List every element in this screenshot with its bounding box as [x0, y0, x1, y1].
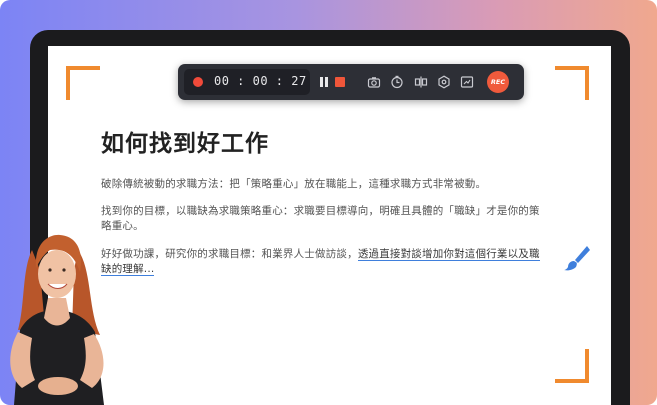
paragraph-1: 破除傳統被動的求職方法：把「策略重心」放在職能上，這種求職方式非常被動。 [101, 178, 487, 190]
split-icon[interactable] [414, 75, 428, 89]
recording-toolbar: 00 : 00 : 27 REC [178, 64, 524, 100]
recording-indicator-icon [193, 77, 203, 87]
paragraph-2: 找到你的目標，以職缺為求職策略重心：求職要目標導向，明確且具體的「職缺」才是你的… [101, 205, 540, 232]
presenter-webcam [10, 234, 104, 405]
rec-button[interactable]: REC [487, 71, 509, 93]
stop-icon[interactable] [335, 77, 345, 87]
settings-icon[interactable] [437, 75, 451, 89]
recording-frame-corner-bottom-right [555, 349, 589, 383]
brush-icon [564, 246, 590, 271]
laptop-screen: 00 : 00 : 27 REC 如何找到好工作 破除傳統被動的求職方法：把「策… [48, 46, 611, 405]
timer-display: 00 : 00 : 27 [184, 69, 310, 95]
pause-icon[interactable] [319, 77, 329, 87]
clock-icon[interactable] [390, 75, 404, 89]
recording-frame-corner-top-right [555, 66, 589, 100]
paragraph-3: 好好做功課，研究你的求職目標：和業界人士做訪談，透過直接對談增加你對這個行業以及… [101, 247, 541, 277]
recording-frame-corner-top-left [66, 66, 100, 100]
page-title: 如何找到好工作 [101, 131, 269, 157]
paragraph-3-text: 好好做功課，研究你的求職目標：和業界人士做訪談， [101, 248, 358, 260]
recording-timer: 00 : 00 : 27 [214, 74, 307, 88]
camera-icon[interactable] [367, 75, 381, 89]
screen-icon[interactable] [460, 75, 474, 89]
